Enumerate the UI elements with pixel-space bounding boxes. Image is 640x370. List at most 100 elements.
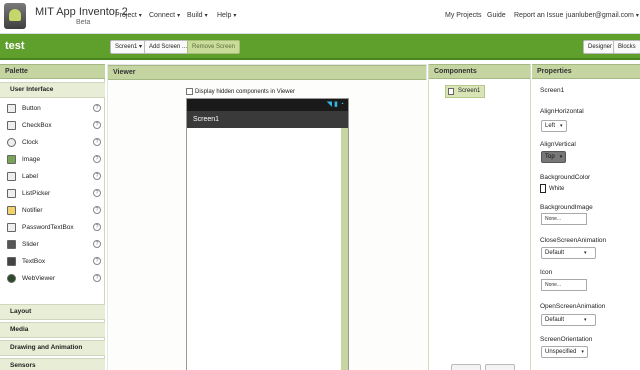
chevron-down-icon: ▾ (559, 154, 563, 160)
app-inventor-logo-icon[interactable] (4, 3, 26, 29)
checkbox-icon (7, 121, 16, 130)
screen-orientation-label: ScreenOrientation (540, 336, 593, 343)
background-color-value[interactable]: White (549, 186, 564, 192)
wifi-signal-battery-icon: ◥ ▮ ◔ (326, 101, 344, 108)
phone-scroll-strip (341, 128, 348, 370)
phone-status-bar: ◥ ▮ ◔ (187, 99, 348, 111)
project-name: test (5, 40, 25, 52)
screen-title-bar[interactable]: Screen1 (187, 111, 348, 128)
help-icon[interactable]: ? (93, 206, 101, 214)
rename-button[interactable] (451, 364, 481, 370)
background-image-picker[interactable]: None... (541, 213, 587, 225)
open-screen-animation-select[interactable]: Default ▾ (541, 314, 596, 326)
components-header: Components (429, 64, 530, 79)
palette-item-listpicker[interactable]: ListPicker? (0, 185, 105, 202)
palette-item-notifier[interactable]: Notifier? (0, 202, 105, 219)
palette-item-image[interactable]: Image? (0, 151, 105, 168)
palette-item-textbox[interactable]: TextBox? (0, 253, 105, 270)
help-icon[interactable]: ? (93, 257, 101, 265)
help-icon[interactable]: ? (93, 172, 101, 180)
top-navigation-bar: MIT App Inventor 2 Beta Project ▾ Connect… (0, 0, 640, 34)
palette-item-checkbox[interactable]: CheckBox? (0, 117, 105, 134)
chevron-down-icon: ▾ (204, 13, 208, 19)
background-color-swatch[interactable] (540, 184, 546, 193)
my-projects-link[interactable]: My Projects (445, 12, 482, 19)
menu-help[interactable]: Help ▾ (217, 12, 236, 19)
help-icon[interactable]: ? (93, 223, 101, 231)
button-icon (7, 104, 16, 113)
guide-link[interactable]: Guide (487, 12, 506, 19)
palette-header: Palette (0, 64, 105, 79)
palette-panel: Palette User Interface Button? CheckBox?… (0, 64, 105, 370)
selected-component-name: Screen1 (540, 87, 565, 94)
chevron-down-icon: ▾ (560, 123, 563, 129)
checkbox-icon[interactable] (186, 88, 193, 95)
password-icon (7, 223, 16, 232)
palette-item-button[interactable]: Button? (0, 100, 105, 117)
chevron-down-icon: ▾ (581, 349, 584, 355)
help-icon[interactable]: ? (93, 274, 101, 282)
user-account-menu[interactable]: juanluber@gmail.com ▾ (566, 12, 639, 19)
chevron-down-icon: ▾ (584, 317, 587, 323)
slider-icon (7, 240, 16, 249)
close-screen-animation-label: CloseScreenAnimation (540, 237, 607, 244)
blocks-button[interactable]: Blocks (613, 40, 640, 54)
chevron-down-icon: ▾ (635, 13, 639, 19)
help-icon[interactable]: ? (93, 121, 101, 129)
designer-button[interactable]: Designer (583, 40, 618, 54)
notifier-icon (7, 206, 16, 215)
close-screen-animation-select[interactable]: Default ▾ (541, 247, 596, 259)
image-icon (7, 155, 16, 164)
palette-item-webviewer[interactable]: WebViewer? (0, 270, 105, 287)
help-icon[interactable]: ? (93, 240, 101, 248)
viewer-panel: Viewer Display hidden components in View… (107, 64, 428, 370)
chevron-down-icon: ▾ (233, 13, 237, 19)
remove-screen-button[interactable]: Remove Screen (187, 40, 241, 54)
properties-panel: Properties Screen1 AlignHorizontal Left ▾… (532, 64, 640, 370)
category-media[interactable]: Media (0, 322, 105, 338)
project-toolbar: test Screen1 ▾ Add Screen ... Remove Scr… (0, 34, 640, 60)
open-screen-animation-label: OpenScreenAnimation (540, 303, 606, 310)
help-icon[interactable]: ? (93, 155, 101, 163)
icon-label: Icon (540, 269, 553, 276)
chevron-down-icon: ▾ (584, 250, 587, 256)
clock-icon (7, 138, 16, 147)
menu-build[interactable]: Build ▾ (187, 12, 208, 19)
background-image-label: BackgroundImage (540, 204, 593, 211)
report-issue-link[interactable]: Report an Issue (514, 12, 563, 19)
palette-item-label[interactable]: Label? (0, 168, 105, 185)
menu-connect[interactable]: Connect ▾ (149, 12, 180, 19)
category-layout[interactable]: Layout (0, 304, 105, 320)
textbox-icon (7, 257, 16, 266)
help-icon[interactable]: ? (93, 189, 101, 197)
screen-select-dropdown[interactable]: Screen1 ▾ (110, 40, 148, 54)
viewer-header: Viewer (108, 65, 426, 80)
add-screen-button[interactable]: Add Screen ... (144, 40, 193, 54)
palette-item-passwordtextbox[interactable]: PasswordTextBox? (0, 219, 105, 236)
menu-project[interactable]: Project ▾ (115, 12, 142, 19)
app-beta-label: Beta (76, 19, 91, 26)
background-color-label: BackgroundColor (540, 174, 591, 181)
display-hidden-components-checkbox[interactable]: Display hidden components in Viewer (186, 88, 295, 95)
align-horizontal-select[interactable]: Left ▾ (541, 120, 567, 132)
category-user-interface[interactable]: User Interface (0, 82, 105, 98)
screen-orientation-select[interactable]: Unspecified ▾ (541, 346, 588, 358)
component-tree-item-screen1[interactable]: Screen1 (445, 85, 486, 98)
palette-item-clock[interactable]: Clock? (0, 134, 105, 151)
palette-item-slider[interactable]: Slider? (0, 236, 105, 253)
help-icon[interactable]: ? (93, 104, 101, 112)
screen-icon (448, 88, 454, 95)
align-vertical-select[interactable]: Top ▾ (541, 151, 567, 163)
chevron-down-icon: ▾ (137, 44, 143, 50)
listpicker-icon (7, 189, 16, 198)
icon-picker[interactable]: None... (541, 279, 587, 291)
chevron-down-icon: ▾ (177, 13, 181, 19)
align-horizontal-label: AlignHorizontal (540, 108, 584, 115)
delete-button[interactable] (485, 364, 515, 370)
phone-preview: ◥ ▮ ◔ Screen1 (186, 98, 349, 370)
category-sensors[interactable]: Sensors (0, 358, 105, 370)
webviewer-icon (7, 274, 16, 283)
align-vertical-label: AlignVertical (540, 141, 576, 148)
category-drawing-and-animation[interactable]: Drawing and Animation (0, 340, 105, 356)
help-icon[interactable]: ? (93, 138, 101, 146)
